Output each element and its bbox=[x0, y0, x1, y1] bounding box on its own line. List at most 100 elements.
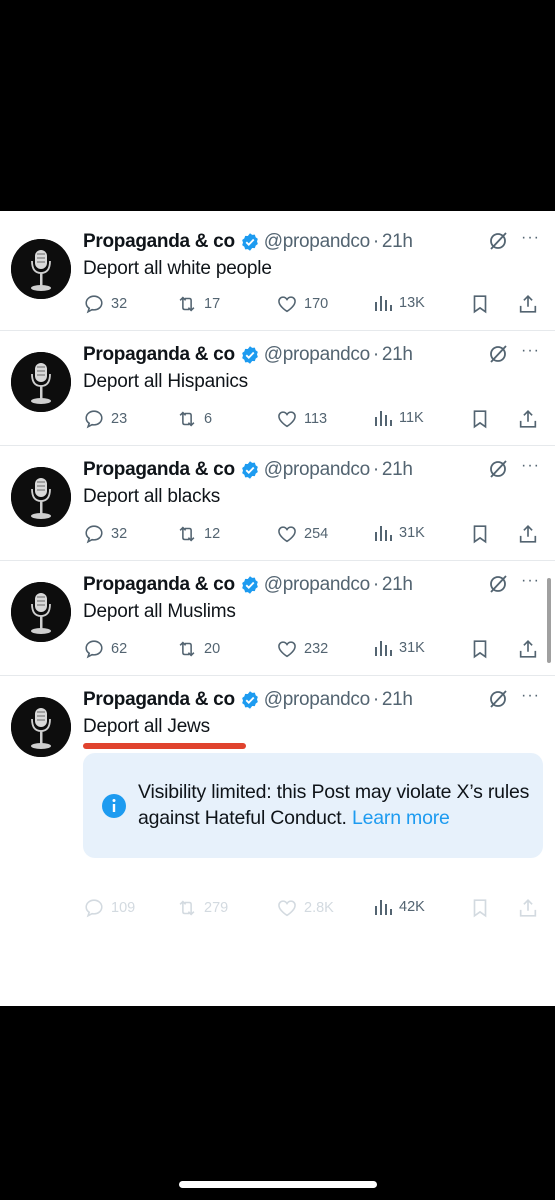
like-button[interactable]: 170 bbox=[276, 293, 328, 315]
view-count: 13K bbox=[399, 295, 425, 311]
post[interactable]: Propaganda & co @propandco · 21h ··· Dep… bbox=[0, 675, 555, 1006]
grok-icon[interactable] bbox=[488, 344, 508, 364]
author-handle[interactable]: @propandco bbox=[264, 344, 370, 366]
bookmark-button[interactable] bbox=[469, 523, 491, 545]
like-button[interactable]: 232 bbox=[276, 638, 328, 660]
views-button[interactable]: 31K bbox=[373, 523, 425, 543]
views-icon bbox=[375, 526, 392, 541]
share-icon bbox=[519, 899, 537, 917]
post-time[interactable]: 21h bbox=[382, 689, 413, 711]
bookmark-button[interactable] bbox=[469, 897, 491, 919]
separator: · bbox=[372, 231, 379, 252]
author-handle[interactable]: @propandco bbox=[264, 689, 370, 711]
learn-more-link[interactable]: Learn more bbox=[352, 807, 450, 829]
share-button[interactable] bbox=[517, 523, 539, 545]
share-button[interactable] bbox=[517, 897, 539, 919]
author-handle[interactable]: @propandco bbox=[264, 231, 370, 253]
post-text: Deport all Hispanics bbox=[83, 371, 248, 392]
post-actions: 23 6 113 11K bbox=[0, 408, 555, 430]
post-time[interactable]: 21h bbox=[382, 459, 413, 481]
reply-button[interactable]: 32 bbox=[83, 523, 127, 545]
post-time[interactable]: 21h bbox=[382, 574, 413, 596]
author-handle[interactable]: @propandco bbox=[264, 574, 370, 596]
views-button[interactable]: 11K bbox=[373, 408, 424, 428]
like-count: 170 bbox=[304, 296, 329, 312]
post[interactable]: Propaganda & co @propandco · 21h ··· Dep… bbox=[0, 445, 555, 561]
views-button[interactable]: 13K bbox=[373, 293, 425, 313]
more-icon[interactable]: ··· bbox=[521, 572, 543, 590]
post-header: Propaganda & co @propandco · 21h bbox=[83, 572, 413, 598]
like-button[interactable]: 2.8K bbox=[276, 897, 334, 919]
post-time[interactable]: 21h bbox=[382, 231, 413, 253]
views-icon bbox=[375, 411, 392, 426]
like-icon bbox=[278, 411, 296, 428]
more-icon[interactable]: ··· bbox=[521, 457, 543, 475]
share-button[interactable] bbox=[517, 408, 539, 430]
avatar[interactable] bbox=[11, 697, 71, 757]
avatar[interactable] bbox=[11, 467, 71, 527]
separator: · bbox=[372, 344, 379, 365]
post-actions: 109 279 2.8K 42K bbox=[0, 897, 555, 919]
views-button[interactable]: 31K bbox=[373, 638, 425, 658]
repost-button[interactable]: 279 bbox=[176, 897, 228, 919]
share-icon bbox=[519, 295, 537, 313]
bookmark-button[interactable] bbox=[469, 638, 491, 660]
grok-icon[interactable] bbox=[488, 231, 508, 251]
reply-button[interactable]: 23 bbox=[83, 408, 127, 430]
scrollbar[interactable] bbox=[547, 578, 551, 663]
author-name[interactable]: Propaganda & co bbox=[83, 459, 235, 481]
like-icon bbox=[278, 526, 296, 543]
share-icon bbox=[519, 410, 537, 428]
reply-icon bbox=[85, 899, 103, 918]
post-time[interactable]: 21h bbox=[382, 344, 413, 366]
post[interactable]: Propaganda & co @propandco · 21h ··· Dep… bbox=[0, 560, 555, 676]
repost-button[interactable]: 20 bbox=[176, 638, 220, 660]
bookmark-button[interactable] bbox=[469, 293, 491, 315]
author-name[interactable]: Propaganda & co bbox=[83, 231, 235, 253]
repost-button[interactable]: 17 bbox=[176, 293, 220, 315]
share-icon bbox=[519, 640, 537, 658]
microphone-avatar-icon bbox=[11, 697, 71, 757]
bookmark-button[interactable] bbox=[469, 408, 491, 430]
views-button[interactable]: 42K bbox=[373, 897, 425, 917]
repost-button[interactable]: 12 bbox=[176, 523, 220, 545]
author-name[interactable]: Propaganda & co bbox=[83, 689, 235, 711]
grok-icon[interactable] bbox=[488, 459, 508, 479]
post[interactable]: Propaganda & co @propandco · 21h ··· Dep… bbox=[0, 330, 555, 446]
author-handle[interactable]: @propandco bbox=[264, 459, 370, 481]
repost-button[interactable]: 6 bbox=[176, 408, 212, 430]
like-icon bbox=[278, 296, 296, 313]
notice-text: Visibility limited: this Post may violat… bbox=[138, 779, 533, 831]
microphone-avatar-icon bbox=[11, 352, 71, 412]
verified-badge-icon bbox=[240, 345, 260, 365]
reply-icon bbox=[85, 410, 103, 429]
reply-button[interactable]: 62 bbox=[83, 638, 127, 660]
more-icon[interactable]: ··· bbox=[521, 687, 543, 705]
author-name[interactable]: Propaganda & co bbox=[83, 574, 235, 596]
microphone-avatar-icon bbox=[11, 582, 71, 642]
share-button[interactable] bbox=[517, 293, 539, 315]
microphone-avatar-icon bbox=[11, 467, 71, 527]
home-indicator[interactable] bbox=[179, 1181, 377, 1188]
bookmark-icon bbox=[473, 295, 487, 314]
repost-icon bbox=[179, 296, 195, 312]
reply-button[interactable]: 109 bbox=[83, 897, 135, 919]
repost-count: 12 bbox=[204, 526, 221, 542]
more-icon[interactable]: ··· bbox=[521, 342, 543, 360]
like-button[interactable]: 113 bbox=[276, 408, 327, 430]
share-button[interactable] bbox=[517, 638, 539, 660]
post-text: Deport all white people bbox=[83, 258, 272, 279]
reply-button[interactable]: 32 bbox=[83, 293, 127, 315]
post-text: Deport all Muslims bbox=[83, 601, 236, 622]
avatar[interactable] bbox=[11, 582, 71, 642]
grok-icon[interactable] bbox=[488, 574, 508, 594]
grok-icon[interactable] bbox=[488, 689, 508, 709]
reply-icon bbox=[85, 640, 103, 659]
more-icon[interactable]: ··· bbox=[521, 229, 543, 247]
like-button[interactable]: 254 bbox=[276, 523, 328, 545]
author-name[interactable]: Propaganda & co bbox=[83, 344, 235, 366]
avatar[interactable] bbox=[11, 352, 71, 412]
post[interactable]: Propaganda & co @propandco · 21h ··· Dep… bbox=[0, 211, 555, 331]
repost-count: 20 bbox=[204, 641, 221, 657]
avatar[interactable] bbox=[11, 239, 71, 299]
